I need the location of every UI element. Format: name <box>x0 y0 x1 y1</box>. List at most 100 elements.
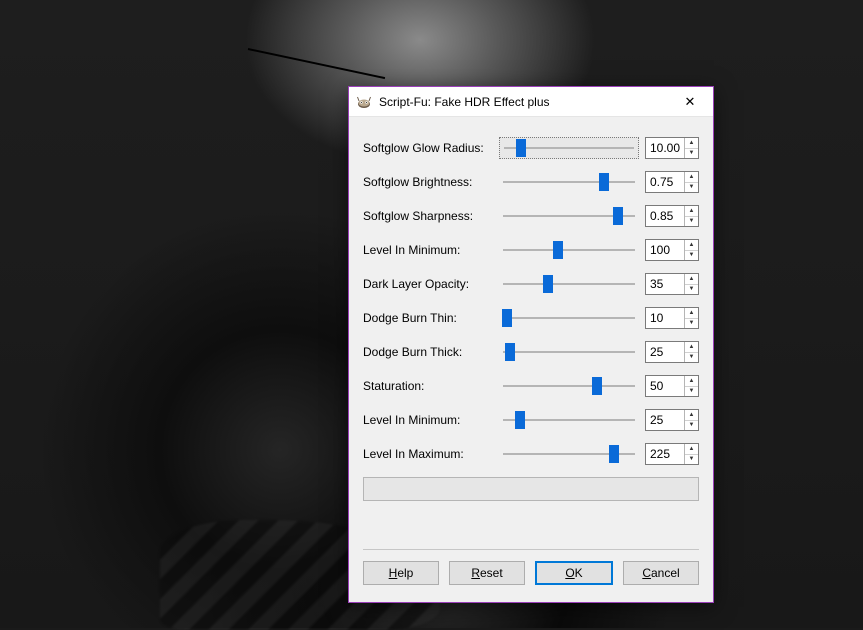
param-spinbox[interactable]: ▲▼ <box>645 273 699 295</box>
param-slider[interactable] <box>499 171 639 193</box>
param-value-input[interactable] <box>646 274 684 294</box>
spin-arrows: ▲▼ <box>684 444 698 464</box>
slider-track <box>503 317 635 319</box>
slider-thumb[interactable] <box>515 411 525 429</box>
param-slider[interactable] <box>499 273 639 295</box>
param-slider[interactable] <box>499 443 639 465</box>
slider-thumb[interactable] <box>502 309 512 327</box>
spin-down-icon[interactable]: ▼ <box>685 387 698 397</box>
param-slider[interactable] <box>499 137 639 159</box>
slider-track <box>503 249 635 251</box>
param-value-input[interactable] <box>646 308 684 328</box>
spin-up-icon[interactable]: ▲ <box>685 172 698 183</box>
spin-down-icon[interactable]: ▼ <box>685 251 698 261</box>
param-row-staturation: Staturation:▲▼ <box>363 369 699 403</box>
param-value-input[interactable] <box>646 342 684 362</box>
param-value-input[interactable] <box>646 206 684 226</box>
spin-down-icon[interactable]: ▼ <box>685 183 698 193</box>
param-spinbox[interactable]: ▲▼ <box>645 443 699 465</box>
param-row-softglow_sharpness: Softglow Sharpness:▲▼ <box>363 199 699 233</box>
param-value-input[interactable] <box>646 240 684 260</box>
close-icon: ✕ <box>685 94 696 110</box>
spin-up-icon[interactable]: ▲ <box>685 376 698 387</box>
param-spinbox[interactable]: ▲▼ <box>645 341 699 363</box>
spin-down-icon[interactable]: ▼ <box>685 421 698 431</box>
titlebar[interactable]: Script-Fu: Fake HDR Effect plus ✕ <box>349 87 713 117</box>
spin-down-icon[interactable]: ▼ <box>685 285 698 295</box>
param-spinbox[interactable]: ▲▼ <box>645 239 699 261</box>
slider-track <box>503 385 635 387</box>
param-value-input[interactable] <box>646 172 684 192</box>
spin-down-icon[interactable]: ▼ <box>685 319 698 329</box>
param-slider[interactable] <box>499 307 639 329</box>
script-fu-dialog: Script-Fu: Fake HDR Effect plus ✕ Softgl… <box>348 86 714 603</box>
param-spinbox[interactable]: ▲▼ <box>645 307 699 329</box>
spin-arrows: ▲▼ <box>684 410 698 430</box>
param-row-softglow_glow_radius: Softglow Glow Radius:▲▼ <box>363 131 699 165</box>
param-slider[interactable] <box>499 239 639 261</box>
help-button-label: Help <box>389 566 414 580</box>
spin-up-icon[interactable]: ▲ <box>685 138 698 149</box>
spin-arrows: ▲▼ <box>684 240 698 260</box>
param-spinbox[interactable]: ▲▼ <box>645 171 699 193</box>
dialog-body: Softglow Glow Radius:▲▼ Softglow Brightne… <box>349 117 713 549</box>
param-slider[interactable] <box>499 375 639 397</box>
spin-up-icon[interactable]: ▲ <box>685 444 698 455</box>
slider-thumb[interactable] <box>505 343 515 361</box>
param-value-input[interactable] <box>646 410 684 430</box>
slider-thumb[interactable] <box>516 139 526 157</box>
param-row-dark_layer_opacity: Dark Layer Opacity:▲▼ <box>363 267 699 301</box>
slider-thumb[interactable] <box>599 173 609 191</box>
param-row-level_in_maximum: Level In Maximum: ▲▼ <box>363 437 699 471</box>
slider-thumb[interactable] <box>592 377 602 395</box>
param-label: Dodge Burn Thick: <box>363 345 499 359</box>
separator <box>363 549 699 550</box>
param-value-input[interactable] <box>646 376 684 396</box>
spin-down-icon[interactable]: ▼ <box>685 353 698 363</box>
param-label: Softglow Brightness: <box>363 175 499 189</box>
spin-up-icon[interactable]: ▲ <box>685 342 698 353</box>
spin-up-icon[interactable]: ▲ <box>685 308 698 319</box>
slider-thumb[interactable] <box>553 241 563 259</box>
spin-down-icon[interactable]: ▼ <box>685 217 698 227</box>
spin-arrows: ▲▼ <box>684 376 698 396</box>
spin-arrows: ▲▼ <box>684 206 698 226</box>
param-label: Level In Maximum: <box>363 447 499 461</box>
spin-down-icon[interactable]: ▼ <box>685 149 698 159</box>
param-spinbox[interactable]: ▲▼ <box>645 137 699 159</box>
spin-arrows: ▲▼ <box>684 342 698 362</box>
reset-button[interactable]: Reset <box>449 561 525 585</box>
ok-button[interactable]: OK <box>535 561 613 585</box>
param-slider[interactable] <box>499 409 639 431</box>
param-label: Level In Minimum: <box>363 243 499 257</box>
param-value-input[interactable] <box>646 444 684 464</box>
cancel-button[interactable]: Cancel <box>623 561 699 585</box>
spin-arrows: ▲▼ <box>684 308 698 328</box>
param-spinbox[interactable]: ▲▼ <box>645 375 699 397</box>
spin-down-icon[interactable]: ▼ <box>685 455 698 465</box>
close-button[interactable]: ✕ <box>669 88 711 116</box>
spin-arrows: ▲▼ <box>684 172 698 192</box>
param-label: Dodge Burn Thin: <box>363 311 499 325</box>
spin-up-icon[interactable]: ▲ <box>685 410 698 421</box>
param-spinbox[interactable]: ▲▼ <box>645 409 699 431</box>
window-title: Script-Fu: Fake HDR Effect plus <box>379 95 669 109</box>
slider-thumb[interactable] <box>613 207 623 225</box>
spin-arrows: ▲▼ <box>684 138 698 158</box>
param-slider[interactable] <box>499 341 639 363</box>
param-slider[interactable] <box>499 205 639 227</box>
param-row-level_in_minimum_1: Level In Minimum: ▲▼ <box>363 233 699 267</box>
spin-arrows: ▲▼ <box>684 274 698 294</box>
slider-thumb[interactable] <box>609 445 619 463</box>
app-icon <box>355 93 373 111</box>
progress-bar <box>363 477 699 501</box>
param-row-dodge_burn_thick: Dodge Burn Thick: ▲▼ <box>363 335 699 369</box>
ok-button-label: OK <box>565 566 582 580</box>
spin-up-icon[interactable]: ▲ <box>685 240 698 251</box>
param-value-input[interactable] <box>646 138 684 158</box>
slider-thumb[interactable] <box>543 275 553 293</box>
param-spinbox[interactable]: ▲▼ <box>645 205 699 227</box>
spin-up-icon[interactable]: ▲ <box>685 274 698 285</box>
help-button[interactable]: Help <box>363 561 439 585</box>
spin-up-icon[interactable]: ▲ <box>685 206 698 217</box>
